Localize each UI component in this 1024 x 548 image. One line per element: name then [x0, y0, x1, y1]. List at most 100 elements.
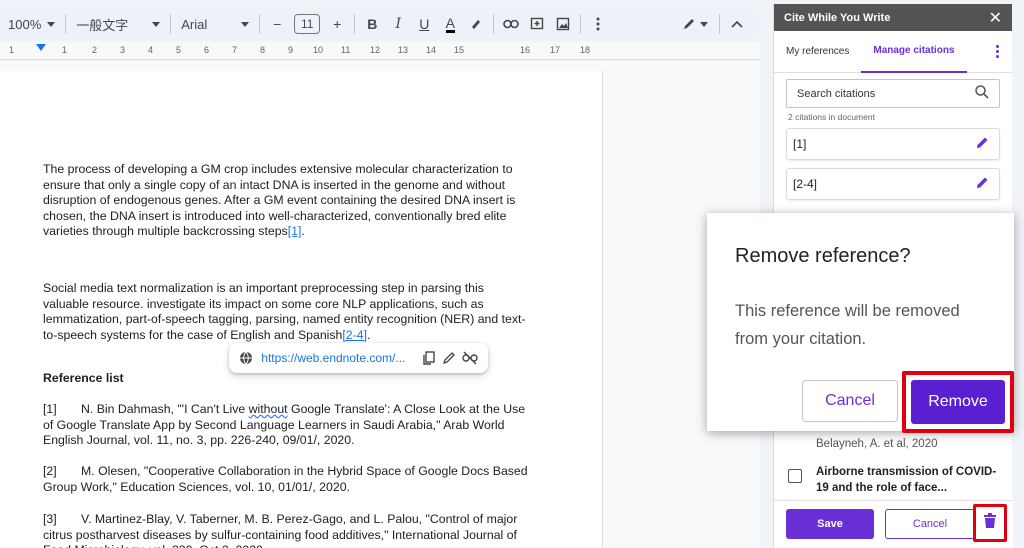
increase-font-size-button[interactable]: +	[324, 11, 350, 37]
copy-icon[interactable]	[421, 349, 435, 367]
citation-card[interactable]: [2-4]	[786, 168, 1000, 200]
tab-my-references[interactable]: My references	[774, 31, 861, 73]
sidebar-title: Cite While You Write	[784, 11, 891, 24]
remove-highlight-frame: Remove	[902, 371, 1014, 433]
divider	[493, 14, 495, 34]
chevron-down-icon	[152, 21, 161, 27]
font-size-input[interactable]: 11	[294, 14, 321, 34]
reference-text: V. Martinez-Blay, V. Taberner, M. B. Per…	[43, 512, 518, 548]
reference-title: Airborne transmission of COVID-19 and th…	[816, 466, 997, 494]
paragraph-text: Social media text normalization is an im…	[43, 281, 526, 342]
divider	[170, 14, 172, 34]
ruler: 1 1 2 3 4 5 6 7 8 9 10 11 12 13 14 15 16…	[0, 42, 760, 60]
reference-checkbox[interactable]	[788, 469, 802, 483]
paragraph-end: .	[367, 327, 371, 342]
link-popup: https://web.endnote.com/...	[229, 343, 488, 373]
reference-item[interactable]: [2] M. Olesen, "Cooperative Collaboration…	[43, 464, 533, 495]
reference-item[interactable]: [3] V. Martinez-Blay, V. Taberner, M. B. …	[43, 512, 533, 548]
citation-count: 2 citations in document	[788, 112, 875, 122]
paragraph[interactable]: The process of developing a GM crop incl…	[43, 162, 533, 240]
spellcheck-word[interactable]: without	[249, 402, 288, 416]
ruler-label: 6	[204, 45, 210, 55]
document-area: The process of developing a GM crop incl…	[0, 61, 760, 548]
ruler-label: 8	[260, 45, 266, 55]
citation-link[interactable]: [1]	[288, 224, 302, 238]
divider	[580, 14, 582, 34]
paragraph[interactable]: Social media text normalization is an im…	[43, 281, 533, 343]
trash-icon	[984, 513, 996, 533]
editing-mode-icon[interactable]	[675, 11, 715, 37]
decrease-font-size-button[interactable]: −	[264, 11, 290, 37]
ruler-label: 15	[454, 45, 465, 55]
indent-marker[interactable]	[36, 44, 46, 51]
close-icon[interactable]: ✕	[989, 8, 1002, 28]
document-page[interactable]: The process of developing a GM crop incl…	[0, 71, 603, 548]
insert-image-icon[interactable]	[550, 11, 576, 37]
dialog-remove-button[interactable]: Remove	[911, 380, 1005, 424]
link-url[interactable]: https://web.endnote.com/...	[261, 351, 405, 365]
sidebar-footer: Save Cancel	[774, 500, 1013, 548]
remove-reference-dialog: Remove reference? This reference will be…	[707, 213, 1014, 433]
highlight-icon[interactable]	[463, 11, 489, 37]
style-value: 一般文字	[76, 17, 129, 33]
pencil-icon[interactable]	[976, 136, 989, 152]
zoom-select[interactable]: 100%	[0, 10, 61, 38]
citation-link[interactable]: [2-4]	[342, 328, 367, 342]
chevron-down-icon	[241, 21, 250, 27]
cancel-button[interactable]: Cancel	[885, 509, 975, 539]
add-comment-icon[interactable]	[524, 11, 550, 37]
ruler-label: 1	[9, 45, 15, 55]
ruler-label: 16	[520, 45, 531, 55]
divider	[719, 14, 720, 34]
ruler-label: 5	[176, 45, 182, 55]
citation-label: [2-4]	[793, 177, 818, 191]
paragraph-end: .	[301, 224, 305, 239]
dialog-title: Remove reference?	[735, 245, 911, 267]
ruler-label: 10	[313, 45, 324, 55]
tab-manage-citations[interactable]: Manage citations	[861, 31, 967, 73]
citation-card[interactable]: [1]	[786, 128, 1000, 160]
ruler-label: 17	[550, 45, 561, 55]
save-button[interactable]: Save	[786, 509, 874, 539]
dialog-message: This reference will be removed from your…	[735, 302, 960, 348]
collapse-toolbar-icon[interactable]	[724, 11, 750, 37]
chevron-down-icon	[47, 21, 56, 27]
font-value: Arial	[181, 16, 208, 32]
delete-button[interactable]	[973, 504, 1007, 542]
ruler-label: 14	[426, 45, 437, 55]
text-color-icon[interactable]: A	[437, 11, 463, 37]
search-placeholder: Search citations	[797, 87, 876, 100]
unlink-icon[interactable]	[462, 349, 478, 367]
ruler-label: 3	[120, 45, 126, 55]
reference-row[interactable]: Airborne transmission of COVID-19 and th…	[788, 464, 1008, 496]
search-icon[interactable]	[975, 85, 989, 102]
insert-link-icon[interactable]	[498, 11, 524, 37]
underline-icon[interactable]: U	[411, 11, 437, 37]
font-select[interactable]: Arial	[175, 10, 255, 38]
ruler-label: 1	[62, 45, 68, 55]
reference-list-heading: Reference list	[43, 371, 124, 385]
reference-text: M. Olesen, "Cooperative Collaboration in…	[43, 464, 528, 494]
edit-link-icon[interactable]	[442, 349, 456, 367]
sidebar-header: Cite While You Write ✕	[774, 4, 1012, 31]
zoom-value: 100%	[8, 16, 42, 32]
more-options-icon[interactable]	[585, 11, 611, 37]
more-vert-icon[interactable]	[996, 45, 1000, 58]
divider	[354, 14, 356, 34]
ruler-label: 12	[370, 45, 381, 55]
paragraph-text: The process of developing a GM crop incl…	[43, 162, 516, 239]
divider	[65, 14, 67, 34]
reference-item[interactable]: [1] N. Bin Dahmash, "'I Can't Live withou…	[43, 402, 533, 449]
ruler-label: 13	[398, 45, 409, 55]
dialog-cancel-button[interactable]: Cancel	[802, 380, 898, 422]
italic-icon[interactable]: I	[385, 11, 411, 37]
ruler-label: 2	[92, 45, 98, 55]
style-select[interactable]: 一般文字	[70, 10, 166, 38]
sidebar-tabs: My references Manage citations	[774, 31, 1012, 73]
pencil-icon[interactable]	[976, 176, 989, 192]
reference-number: [1]	[43, 402, 57, 416]
search-citations-input[interactable]: Search citations	[786, 79, 1000, 108]
bold-icon[interactable]: B	[359, 11, 385, 37]
ruler-label: 9	[288, 45, 294, 55]
reference-author: Belayneh, A. et al, 2020	[816, 438, 938, 450]
